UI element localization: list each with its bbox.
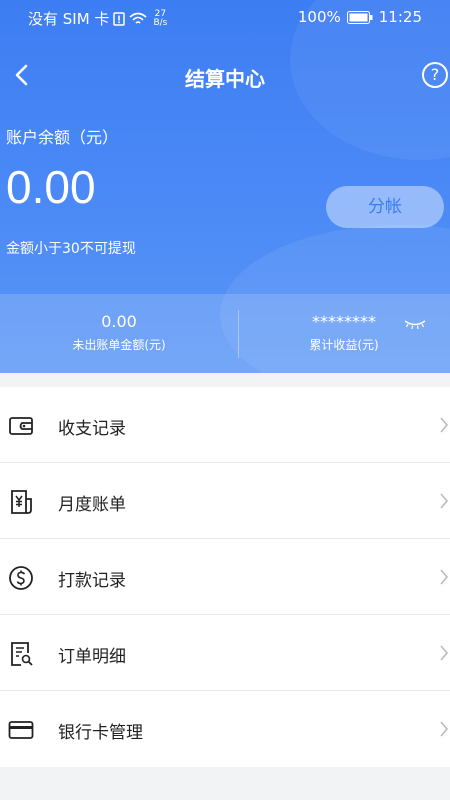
page-title: 结算中心 (185, 67, 265, 91)
chevron-right-icon (440, 493, 449, 509)
clock: 11:25 (378, 8, 422, 26)
earnings-label: 累计收益(元) (309, 338, 379, 352)
menu-label: 订单明细 (58, 647, 126, 667)
wallet-icon (9, 417, 33, 435)
split-button[interactable]: 分帐 (326, 186, 444, 228)
eye-closed-icon[interactable] (403, 318, 427, 330)
dollar-icon (9, 566, 33, 590)
menu-item-income-expense[interactable]: 收支记录 (0, 387, 450, 463)
battery-percent: 100% (297, 8, 341, 26)
chevron-right-icon (440, 569, 449, 585)
sim-alert-icon (113, 11, 126, 26)
carrier-text: 没有 SIM 卡 (28, 10, 110, 28)
help-icon[interactable]: ? (422, 62, 448, 88)
wifi-icon (129, 12, 147, 24)
settlement-menu: 收支记录 月度账单 打款记录 订单明细 银行卡管理 (0, 387, 450, 767)
menu-label: 月度账单 (58, 495, 126, 515)
menu-label: 银行卡管理 (58, 723, 143, 743)
menu-item-order-details[interactable]: 订单明细 (0, 615, 450, 691)
balance-amount: 0.00 (6, 161, 96, 213)
stats-bar: 0.00 未出账单金额(元) ******** 累计收益(元) (0, 294, 450, 373)
unbilled-value: 0.00 (101, 312, 137, 331)
balance-label: 账户余额（元） (6, 128, 119, 147)
battery-icon (346, 10, 373, 24)
withdraw-tip: 金额小于30不可提现 (6, 241, 136, 257)
menu-label: 打款记录 (58, 571, 126, 591)
stats-divider (238, 310, 239, 358)
network-speed: 27 B/s (153, 8, 168, 28)
menu-item-payment-records[interactable]: 打款记录 (0, 539, 450, 615)
menu-label: 收支记录 (58, 419, 126, 439)
status-bar: 没有 SIM 卡 27 B/s 100% 11:25 (0, 0, 450, 36)
order-search-icon (11, 642, 33, 666)
chevron-right-icon (440, 417, 449, 433)
chevron-right-icon (440, 721, 449, 737)
menu-item-monthly-bill[interactable]: 月度账单 (0, 463, 450, 539)
unbilled-stat: 0.00 未出账单金额(元) (0, 312, 238, 353)
chevron-right-icon (440, 645, 449, 661)
bank-card-icon (8, 721, 34, 739)
bill-icon (11, 490, 32, 514)
menu-item-bank-card[interactable]: 银行卡管理 (0, 691, 450, 767)
nav-bar: 结算中心 ? (0, 55, 450, 99)
header-panel: 没有 SIM 卡 27 B/s 100% 11:25 结算中心 ? 账户余额（元… (0, 0, 450, 373)
unbilled-label: 未出账单金额(元) (72, 338, 166, 352)
